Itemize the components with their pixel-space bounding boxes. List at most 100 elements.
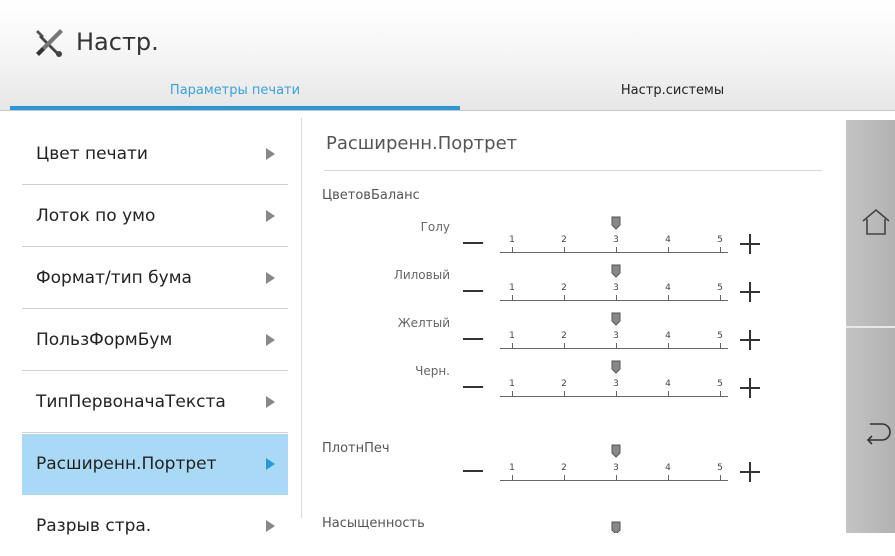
menu-item-page-break[interactable]: Разрыв стра.	[22, 496, 288, 556]
chevron-right-icon	[266, 334, 275, 346]
menu-item-label: Формат/тип бума	[36, 268, 192, 288]
tick-mark	[668, 343, 669, 348]
menu-item-print-color[interactable]: Цвет печати	[22, 124, 288, 185]
chevron-right-icon	[266, 458, 275, 470]
tick-label: 3	[613, 463, 619, 473]
tick-label: 2	[561, 463, 567, 473]
chevron-right-icon	[266, 396, 275, 408]
tick-label: 4	[665, 235, 671, 245]
tick-label: 2	[561, 331, 567, 341]
chevron-right-icon	[266, 520, 275, 532]
tick-mark	[616, 247, 617, 252]
slider-thumb[interactable]	[611, 521, 621, 533]
tick-mark	[564, 475, 565, 480]
side-nav-bar	[846, 120, 895, 533]
back-button[interactable]	[846, 328, 895, 533]
tick-mark	[720, 247, 721, 252]
chevron-right-icon	[266, 148, 275, 160]
tab-print-settings[interactable]: Параметры печати	[10, 78, 460, 110]
plus-button[interactable]	[740, 378, 760, 398]
section-divider	[324, 170, 822, 171]
slider-track[interactable]	[500, 252, 728, 253]
tick-mark	[616, 343, 617, 348]
tick-label: 1	[509, 463, 515, 473]
settings-menu: Цвет печати Лоток по умо Формат/тип бума…	[0, 111, 302, 536]
slider-thumb[interactable]	[611, 444, 621, 458]
menu-item-advanced-portrait[interactable]: Расширенн.Портрет	[22, 434, 288, 495]
slider-track[interactable]	[500, 300, 728, 301]
tick-mark	[668, 247, 669, 252]
slider-magenta: Лиловый 1 2 3 4 5	[310, 264, 845, 314]
menu-item-label: Лоток по умо	[36, 206, 156, 226]
tick-mark	[616, 391, 617, 396]
tick-mark	[616, 295, 617, 300]
menu-item-label: ТипПервоначаТекста	[36, 392, 226, 412]
menu-item-label: Цвет печати	[36, 144, 148, 164]
plus-button[interactable]	[740, 282, 760, 302]
slider-thumb[interactable]	[611, 264, 621, 278]
menu-item-label: Разрыв стра.	[36, 516, 152, 536]
slider-label: Желтый	[397, 316, 450, 330]
tick-label: 1	[509, 235, 515, 245]
minus-button[interactable]	[463, 290, 483, 292]
menu-item-original-text-type[interactable]: ТипПервоначаТекста	[22, 372, 288, 433]
menu-item-default-tray[interactable]: Лоток по умо	[22, 186, 288, 247]
minus-button[interactable]	[463, 470, 483, 472]
tick-label: 1	[509, 379, 515, 389]
panel-divider	[301, 118, 302, 518]
tab-system-settings[interactable]: Настр.системы	[460, 78, 885, 110]
tick-mark	[720, 475, 721, 480]
slider-density: 1 2 3 4 5	[310, 444, 845, 494]
tab-bar: Параметры печати Настр.системы	[0, 78, 895, 110]
tick-mark	[720, 295, 721, 300]
menu-item-custom-paper[interactable]: ПользФормБум	[22, 310, 288, 371]
tick-label: 2	[561, 379, 567, 389]
slider-label: Черн.	[415, 364, 450, 378]
tick-mark	[564, 247, 565, 252]
header: Настр. Параметры печати Настр.системы	[0, 0, 895, 111]
color-balance-label: ЦветовБаланс	[322, 188, 420, 203]
tick-label: 3	[613, 379, 619, 389]
slider-thumb[interactable]	[611, 216, 621, 230]
tick-label: 5	[717, 463, 723, 473]
slider-track[interactable]	[500, 480, 728, 481]
slider-track[interactable]	[500, 348, 728, 349]
slider-black: Черн. 1 2 3 4 5	[310, 360, 845, 410]
tick-mark	[668, 475, 669, 480]
tab-print-settings-label: Параметры печати	[169, 83, 301, 98]
slider-thumb[interactable]	[611, 312, 621, 326]
slider-label: Голу	[420, 220, 450, 234]
tick-mark	[720, 343, 721, 348]
tick-label: 3	[613, 331, 619, 341]
slider-saturation: 12345	[310, 521, 845, 533]
plus-button[interactable]	[740, 330, 760, 350]
tick-mark	[512, 343, 513, 348]
minus-button[interactable]	[463, 242, 483, 244]
slider-thumb[interactable]	[611, 360, 621, 374]
slider-cyan: Голу 1 2 3 4 5	[310, 216, 845, 266]
back-icon	[866, 423, 891, 445]
tick-label: 5	[717, 235, 723, 245]
minus-button[interactable]	[463, 338, 483, 340]
minus-button[interactable]	[463, 386, 483, 388]
tick-label: 5	[717, 331, 723, 341]
plus-button[interactable]	[740, 234, 760, 254]
menu-item-paper-size-type[interactable]: Формат/тип бума	[22, 248, 288, 309]
tick-label: 5	[717, 379, 723, 389]
page-title: Настр.	[76, 28, 159, 56]
menu-item-label: Расширенн.Портрет	[36, 454, 217, 474]
tick-mark	[616, 475, 617, 480]
tick-mark	[564, 295, 565, 300]
tick-mark	[564, 391, 565, 396]
tick-label: 3	[613, 283, 619, 293]
menu-item-label: ПользФормБум	[36, 330, 173, 350]
plus-button[interactable]	[740, 462, 760, 482]
tab-system-settings-label: Настр.системы	[620, 83, 725, 98]
slider-track[interactable]	[500, 396, 728, 397]
slider-label: Лиловый	[393, 268, 450, 282]
home-button[interactable]	[846, 120, 895, 326]
tick-mark	[512, 247, 513, 252]
tick-mark	[564, 343, 565, 348]
tick-mark	[668, 295, 669, 300]
tick-label: 1	[509, 331, 515, 341]
